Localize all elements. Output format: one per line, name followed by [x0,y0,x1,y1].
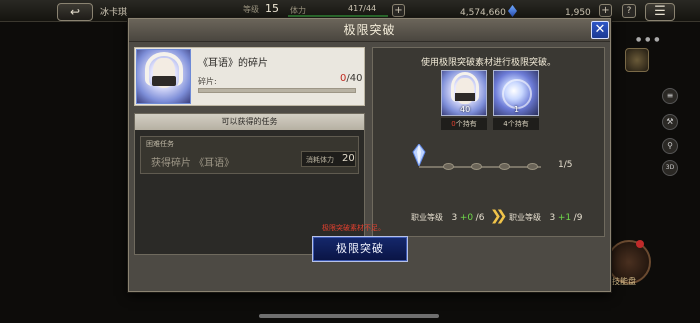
close-icon: ✕ [594,22,606,37]
item-name: 《耳语》的碎片 [198,58,268,69]
mission-name: 获得碎片 《耳语》 [151,158,235,169]
side-menu-icon[interactable]: ≡ [662,88,678,104]
fragment-label: 碎片: [198,77,217,86]
crystal-icon [412,144,426,166]
ladder-node [527,163,538,170]
ellipsis-icon: ● ● ● [636,36,661,43]
breakthrough-instruction: 使用极限突破素材进行极限突破。 [420,58,556,68]
stamina-value: 417/44 [348,4,377,13]
skill-board-label: 技能盘 [612,277,636,286]
level-value: 15 [265,2,279,15]
side-tool-icon[interactable]: ⚒ [662,114,678,130]
side-portrait-icon[interactable] [625,48,649,72]
job-level-next: 职业等级 3 +1 /9 [509,213,583,223]
stamina-cost-label: 消耗体力 [306,156,334,164]
level-label: 等级 [243,5,259,14]
3d-icon[interactable]: 3D [662,160,678,176]
material-owned: 0个持有 [441,118,487,130]
dialog-title: 极限突破 [129,19,610,42]
item-card: 《耳语》的碎片 碎片: 0/40 [134,47,365,106]
material-owned: 4个持有 [493,118,539,130]
help-button[interactable]: ? [622,4,636,18]
arrow-icon: ❯❯ [490,208,508,224]
fragment-progress-bar [198,88,356,93]
breakthrough-panel: 使用极限突破素材进行极限突破。 40 0个持有 1 4个持有 1/5 职业等级 … [372,47,605,237]
mission-entry[interactable]: 困难任务 获得碎片 《耳语》 消耗体力 20 [140,136,359,174]
player-name: 冰卡琪 [100,8,128,18]
breakthrough-progress: 1/5 [558,160,573,170]
close-button[interactable]: ✕ [591,21,609,39]
limit-break-button[interactable]: 极限突破 [312,236,408,262]
insufficient-materials-warning: 极限突破素材不足。 [322,224,385,232]
search-icon[interactable]: ⚲ [662,138,678,154]
home-indicator[interactable] [259,314,439,318]
mission-difficulty: 困难任务 [146,140,174,148]
stamina-cost-value: 20 [342,153,355,164]
missions-header: 可以获得的任务 [135,114,364,130]
ladder-node [499,163,510,170]
missions-panel: 可以获得的任务 困难任务 获得碎片 《耳语》 消耗体力 20 [134,113,365,255]
ladder-node [471,163,482,170]
item-portrait [136,49,191,104]
portrait-fragment-icon[interactable]: 40 [441,70,487,116]
back-icon: ↩ [69,5,81,19]
add-crystal-button[interactable]: + [599,4,612,17]
material-qty: 1 [514,105,520,114]
gold-value: 4,574,660 [460,8,506,18]
crystal-value: 1,950 [565,8,591,18]
add-stamina-button[interactable]: + [392,4,405,17]
stamina-cost: 消耗体力 20 [301,151,356,167]
job-level-current: 职业等级 3 +0 /6 [411,213,485,223]
crystal-orb-icon[interactable]: 1 [493,70,539,116]
menu-icon: ☰ [654,4,666,19]
back-button[interactable]: ↩ [57,3,93,21]
fragment-count: 0/40 [340,73,363,84]
notification-badge [636,240,644,248]
menu-button[interactable]: ☰ [645,3,675,21]
help-icon: ? [626,6,632,16]
ladder-node [443,163,454,170]
material-qty: 40 [460,105,471,114]
